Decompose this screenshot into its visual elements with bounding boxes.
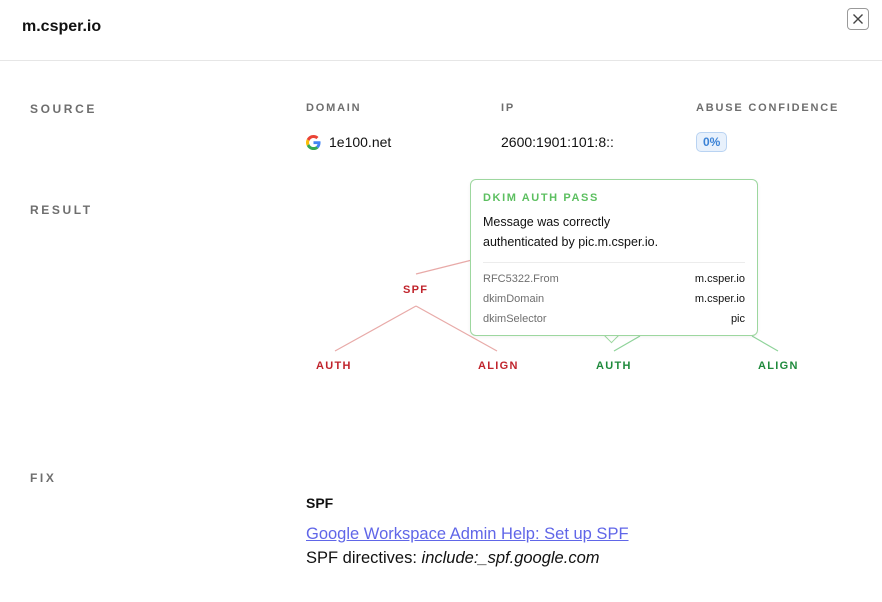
- tooltip-title: DKIM AUTH PASS: [483, 192, 599, 204]
- tooltip-value: m.csper.io: [694, 293, 745, 305]
- spf-root-branch-line: [415, 258, 477, 275]
- tooltip-row: dkimDomain m.csper.io: [483, 289, 745, 309]
- tooltip-value: m.csper.io: [694, 273, 745, 285]
- dkim-auth-tooltip: DKIM AUTH PASS Message was correctly aut…: [470, 179, 758, 336]
- spf-auth-branch-line: [334, 305, 417, 352]
- tooltip-divider: [483, 262, 745, 263]
- tooltip-value: pic: [730, 313, 745, 325]
- tooltip-row: dkimSelector pic: [483, 309, 745, 329]
- dkim-align-node[interactable]: ALIGN: [758, 360, 799, 372]
- fix-heading: SPF: [306, 495, 334, 511]
- dkim-align-branch-line: [751, 335, 779, 352]
- tooltip-key: dkimDomain: [483, 293, 545, 305]
- spf-directive-label: SPF directives:: [306, 549, 422, 567]
- spf-auth-node[interactable]: AUTH: [316, 360, 352, 372]
- dkim-auth-branch-line: [613, 335, 641, 352]
- dkim-auth-node[interactable]: AUTH: [596, 360, 632, 372]
- spf-help-link[interactable]: Google Workspace Admin Help: Set up SPF: [306, 525, 629, 544]
- spf-align-node[interactable]: ALIGN: [478, 360, 519, 372]
- tooltip-key: RFC5322.From: [483, 273, 559, 285]
- spf-directive-value: include:_spf.google.com: [421, 549, 600, 567]
- spf-directive: SPF directives: include:_spf.google.com: [306, 549, 600, 568]
- tooltip-message: Message was correctly authenticated by p…: [483, 215, 659, 249]
- tooltip-row: RFC5322.From m.csper.io: [483, 269, 745, 289]
- tooltip-key: dkimSelector: [483, 313, 547, 325]
- spf-node[interactable]: SPF: [403, 284, 428, 296]
